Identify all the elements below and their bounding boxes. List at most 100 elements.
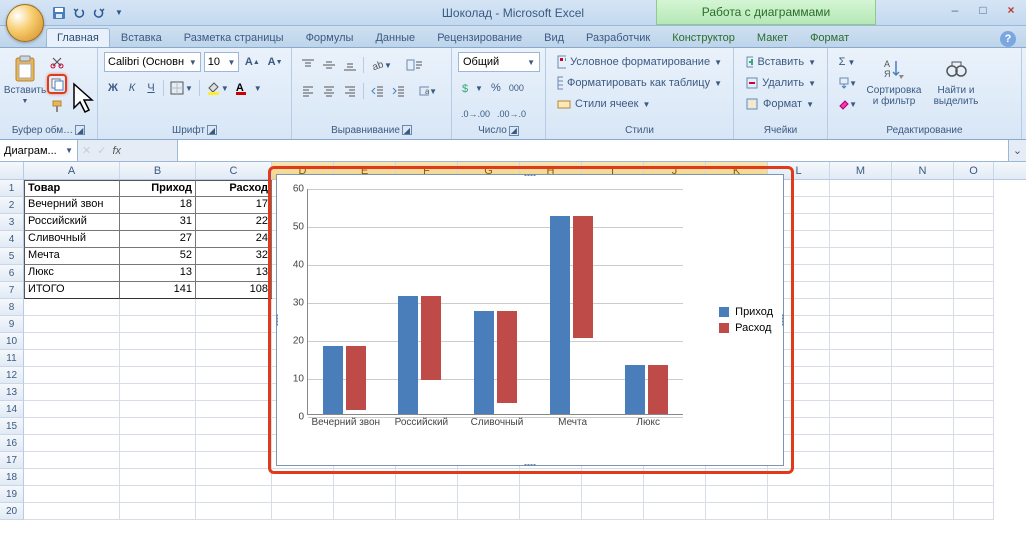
cell[interactable] xyxy=(954,401,994,418)
cell[interactable] xyxy=(24,333,120,350)
accounting-button[interactable]: $▼ xyxy=(458,78,486,98)
cell[interactable] xyxy=(396,469,458,486)
cell[interactable] xyxy=(24,401,120,418)
align-middle-button[interactable] xyxy=(319,55,339,75)
cell[interactable] xyxy=(830,282,892,299)
maximize-button[interactable]: □ xyxy=(972,2,994,18)
cell[interactable] xyxy=(892,401,954,418)
formula-bar-expand[interactable]: ⌄ xyxy=(1008,140,1026,161)
tab-developer[interactable]: Разработчик xyxy=(575,28,661,47)
row-header[interactable]: 11 xyxy=(0,350,24,367)
fill-color-button[interactable]: ▼ xyxy=(203,78,232,98)
tab-chart-layout[interactable]: Макет xyxy=(746,28,799,47)
cell[interactable] xyxy=(830,503,892,520)
chart-bar[interactable] xyxy=(550,216,570,414)
cell[interactable] xyxy=(830,231,892,248)
row-header[interactable]: 5 xyxy=(0,248,24,265)
column-header[interactable]: O xyxy=(954,162,994,179)
cell[interactable] xyxy=(892,435,954,452)
cell[interactable] xyxy=(196,299,272,316)
row-header[interactable]: 18 xyxy=(0,469,24,486)
cell[interactable] xyxy=(520,486,582,503)
cell[interactable] xyxy=(24,503,120,520)
cell[interactable] xyxy=(892,248,954,265)
cell[interactable] xyxy=(954,486,994,503)
formula-input[interactable] xyxy=(178,140,1008,161)
cell[interactable]: 32 xyxy=(196,248,272,265)
tab-chart-format[interactable]: Формат xyxy=(799,28,860,47)
cell[interactable] xyxy=(892,299,954,316)
cell[interactable]: 13 xyxy=(120,265,196,282)
cell[interactable] xyxy=(830,316,892,333)
cell[interactable] xyxy=(120,316,196,333)
cell[interactable] xyxy=(196,384,272,401)
cell[interactable] xyxy=(24,486,120,503)
cell[interactable] xyxy=(196,401,272,418)
chart-bar[interactable] xyxy=(323,346,343,414)
column-header[interactable]: B xyxy=(120,162,196,179)
row-header[interactable]: 8 xyxy=(0,299,24,316)
cell[interactable] xyxy=(954,282,994,299)
cell[interactable] xyxy=(120,452,196,469)
cell[interactable] xyxy=(272,486,334,503)
cell[interactable] xyxy=(830,486,892,503)
chart-legend[interactable]: ПриходРасход xyxy=(719,302,773,338)
cell[interactable] xyxy=(830,418,892,435)
cell[interactable]: Сливочный xyxy=(24,231,120,248)
cell[interactable]: 24 xyxy=(196,231,272,248)
cell[interactable] xyxy=(954,265,994,282)
chart-bar[interactable] xyxy=(625,365,645,414)
cell[interactable] xyxy=(954,469,994,486)
cell[interactable] xyxy=(458,503,520,520)
increase-decimal-button[interactable]: .0→.00 xyxy=(458,104,493,124)
copy-button[interactable] xyxy=(47,74,67,94)
cell[interactable] xyxy=(196,503,272,520)
align-right-button[interactable] xyxy=(340,81,360,101)
cell[interactable] xyxy=(644,469,706,486)
cell[interactable] xyxy=(954,248,994,265)
cell[interactable]: Вечерний звон xyxy=(24,197,120,214)
cell[interactable] xyxy=(830,265,892,282)
autosum-button[interactable]: Σ▼ xyxy=(834,52,860,72)
cell[interactable] xyxy=(768,503,830,520)
cell[interactable]: 22 xyxy=(196,214,272,231)
cell[interactable]: Люкс xyxy=(24,265,120,282)
font-color-button[interactable]: A▼ xyxy=(233,78,265,98)
cell[interactable] xyxy=(120,350,196,367)
percent-button[interactable]: % xyxy=(487,78,505,98)
cell[interactable] xyxy=(830,384,892,401)
row-header[interactable]: 12 xyxy=(0,367,24,384)
tab-page-layout[interactable]: Разметка страницы xyxy=(173,28,295,47)
cell[interactable] xyxy=(644,503,706,520)
chart-bar[interactable] xyxy=(648,365,668,414)
cell[interactable] xyxy=(196,418,272,435)
cell[interactable] xyxy=(196,350,272,367)
cell[interactable] xyxy=(706,503,768,520)
cell[interactable] xyxy=(120,418,196,435)
cell[interactable] xyxy=(954,435,994,452)
chart-object[interactable]: 0102030405060Вечерний звонРоссийскийСлив… xyxy=(276,174,784,466)
cell[interactable] xyxy=(892,418,954,435)
cell[interactable] xyxy=(830,367,892,384)
row-header[interactable]: 13 xyxy=(0,384,24,401)
cell[interactable] xyxy=(892,197,954,214)
undo-icon[interactable] xyxy=(70,4,88,22)
cell[interactable] xyxy=(954,384,994,401)
save-icon[interactable] xyxy=(50,4,68,22)
chart-bar[interactable] xyxy=(474,311,494,414)
number-format-combo[interactable]: Общий▼ xyxy=(458,52,540,72)
cell[interactable] xyxy=(272,503,334,520)
tab-home[interactable]: Главная xyxy=(46,28,110,47)
select-all-corner[interactable] xyxy=(0,162,24,179)
font-size-combo[interactable]: 10▼ xyxy=(204,52,240,72)
row-header[interactable]: 10 xyxy=(0,333,24,350)
cell[interactable] xyxy=(830,248,892,265)
tab-data[interactable]: Данные xyxy=(364,28,426,47)
cell[interactable]: ИТОГО xyxy=(24,282,120,299)
cell[interactable] xyxy=(120,486,196,503)
legend-item[interactable]: Расход xyxy=(719,322,773,334)
cell-styles-button[interactable]: Стили ячеек▼ xyxy=(552,94,727,114)
fx-enter-icon[interactable]: ✓ xyxy=(97,144,106,157)
cell[interactable] xyxy=(892,282,954,299)
cell[interactable] xyxy=(768,469,830,486)
